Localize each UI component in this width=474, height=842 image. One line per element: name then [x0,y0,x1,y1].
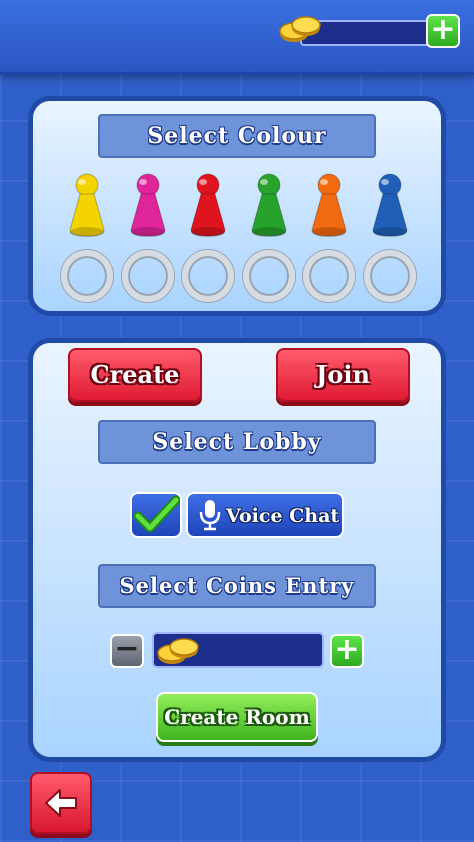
back-arrow-icon [45,789,77,817]
voice-chat-button[interactable]: Voice Chat [186,492,344,538]
select-lobby-label: Select Lobby [98,420,376,464]
colour-ring-pink[interactable] [121,250,174,302]
create-room-button[interactable]: Create Room [156,692,318,742]
add-coins-button[interactable]: + [426,14,460,48]
create-button[interactable]: Create [68,348,202,402]
colour-ring-orange[interactable] [303,250,355,302]
colour-ring-red[interactable] [182,250,234,302]
pawn-orange[interactable] [308,172,350,240]
join-button[interactable]: Join [276,348,410,402]
increase-coins-button[interactable]: + [330,634,364,668]
pawn-green[interactable] [248,172,290,240]
top-bar: + [0,0,474,75]
voice-chat-checkbox[interactable] [130,492,182,538]
pawn-pink[interactable] [127,172,169,240]
pawn-red[interactable] [187,172,229,240]
gold-coins-icon [157,638,199,664]
select-coins-entry-label: Select Coins Entry [98,564,376,608]
microphone-icon [199,500,221,531]
colour-ring-green[interactable] [242,250,295,302]
colour-ring-blue[interactable] [363,250,416,302]
voice-chat-label: Voice Chat [226,505,340,527]
decrease-coins-button[interactable]: − [110,634,144,668]
back-button[interactable] [30,772,92,834]
gold-coins-icon [279,16,321,42]
pawn-blue[interactable] [369,172,411,240]
select-colour-title: Select Colour [98,114,376,158]
pawn-yellow[interactable] [66,172,108,240]
checkmark-icon [133,495,180,533]
colour-ring-yellow[interactable] [61,250,113,302]
